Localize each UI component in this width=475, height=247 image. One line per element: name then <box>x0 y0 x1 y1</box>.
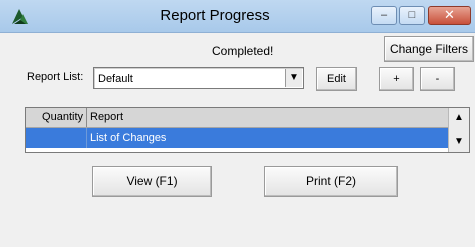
window-title: Report Progress <box>160 7 270 24</box>
report-cell: List of Changes <box>90 132 167 144</box>
maximize-button[interactable]: □ <box>399 6 425 25</box>
column-header-report[interactable]: Report <box>90 108 123 127</box>
report-grid: Quantity Report List of Changes ▲ ▼ <box>25 107 470 153</box>
grid-header: Quantity Report <box>26 108 449 128</box>
table-row[interactable]: List of Changes <box>26 128 449 148</box>
report-list-dropdown[interactable]: Default ▼ <box>93 67 304 89</box>
view-button[interactable]: View (F1) <box>92 166 212 197</box>
grid-scrollbar[interactable]: ▲ ▼ <box>448 108 469 152</box>
quantity-cell <box>26 128 87 148</box>
edit-button[interactable]: Edit <box>316 67 357 91</box>
column-header-quantity[interactable]: Quantity <box>26 108 87 127</box>
add-report-button[interactable]: + <box>379 67 414 91</box>
print-button[interactable]: Print (F2) <box>264 166 398 197</box>
title-bar: Report Progress – □ ✕ <box>0 0 475 33</box>
remove-report-button[interactable]: - <box>420 67 455 91</box>
scroll-down-icon[interactable]: ▼ <box>449 132 469 152</box>
close-button[interactable]: ✕ <box>428 6 471 25</box>
change-filters-button[interactable]: Change Filters <box>384 36 474 62</box>
app-logo-icon <box>12 9 28 24</box>
status-text: Completed! <box>212 44 274 58</box>
report-list-value: Default <box>98 73 133 85</box>
scroll-up-icon[interactable]: ▲ <box>449 108 469 128</box>
dropdown-arrow-icon[interactable]: ▼ <box>285 69 302 87</box>
minimize-button[interactable]: – <box>371 6 397 25</box>
report-list-label: Report List: <box>27 71 84 83</box>
